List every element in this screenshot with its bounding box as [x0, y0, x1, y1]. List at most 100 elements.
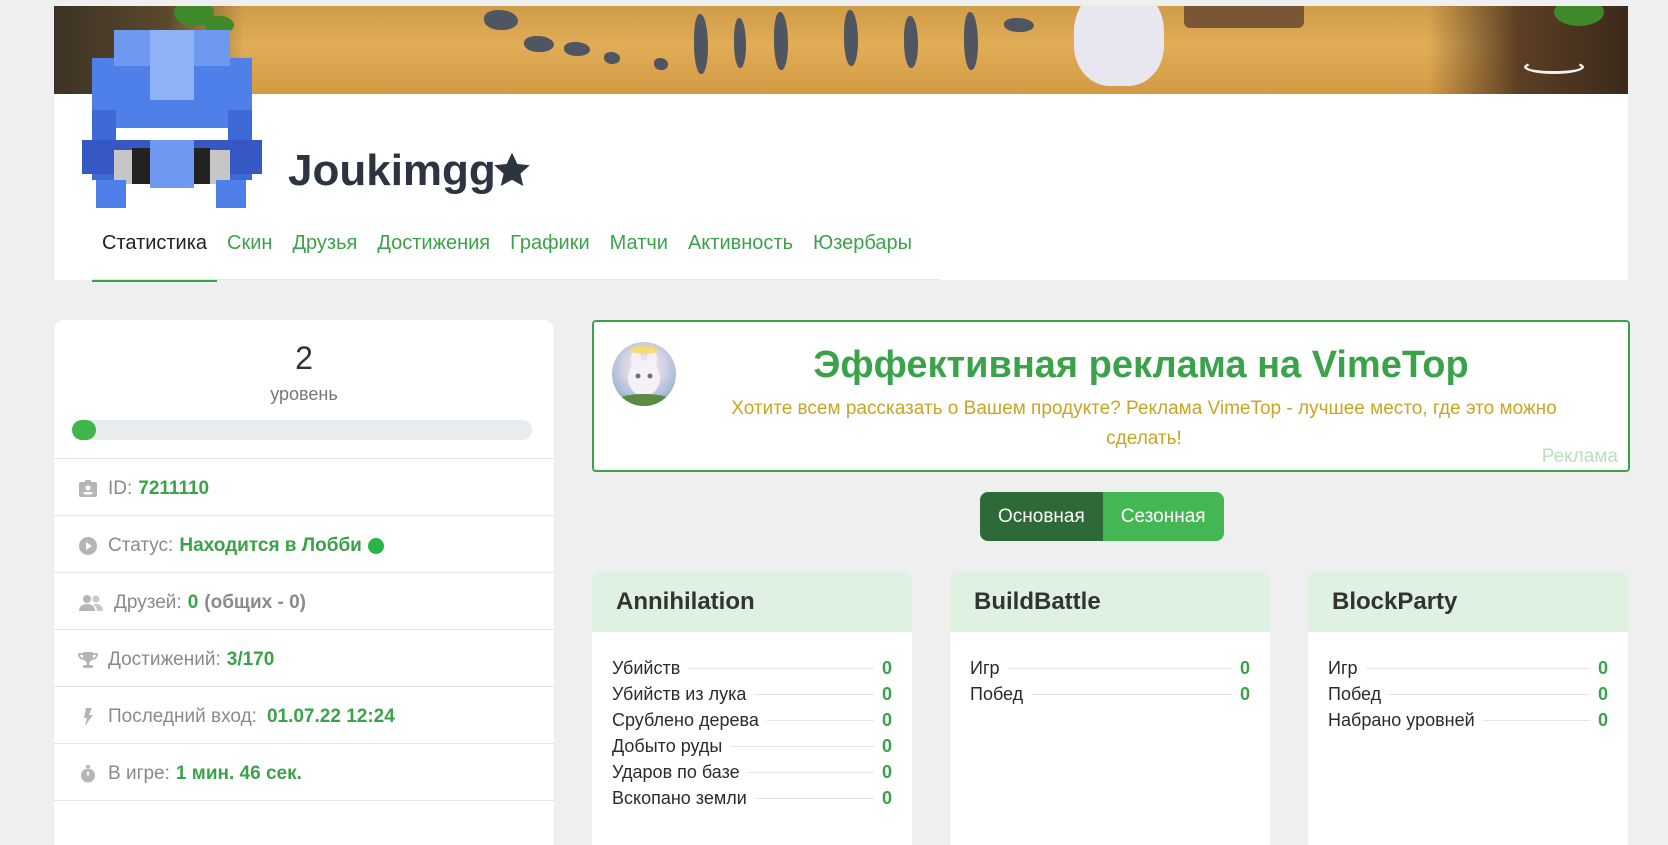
friends-label: Друзей:: [114, 592, 182, 613]
users-icon: [79, 595, 103, 611]
last-login-label: Последний вход:: [108, 706, 257, 727]
banner-rock: [524, 36, 554, 52]
game-stats: Убийств 0 Убийств из лука 0 Срублено дерев…: [592, 632, 912, 814]
game-title: BuildBattle: [950, 572, 1270, 632]
tabs-divider: [92, 279, 940, 280]
stat-value: 0: [1239, 684, 1250, 704]
online-status-icon: [367, 538, 384, 554]
info-row-last-login: Последний вход: 01.07.22 12:24: [54, 686, 554, 747]
profile-banner: [54, 6, 1628, 94]
stat-label: Побед: [970, 684, 1024, 704]
stat-value: 0: [881, 762, 892, 782]
friends-common: (общих - 0): [204, 592, 306, 613]
stat-value: 0: [881, 788, 892, 808]
stat-row: Убийств из лука 0: [612, 684, 892, 710]
star-icon[interactable]: [490, 148, 534, 192]
banner-bunny: [1074, 6, 1164, 86]
achievements-value: 3/170: [226, 649, 275, 670]
info-row-friends: Друзей: 0 (общих - 0): [54, 572, 554, 633]
last-login-value: 01.07.22 12:24: [266, 706, 395, 727]
ad-banner[interactable]: Эффективная реклама на VimeTop Хотите вс…: [592, 320, 1630, 472]
mode-primary-button[interactable]: Основная: [980, 492, 1103, 541]
stat-row: Игр 0: [970, 658, 1250, 684]
stat-row: Срублено дерева 0: [612, 710, 892, 736]
stat-row: Игр 0: [1328, 658, 1608, 684]
level-progress-bar: [72, 420, 532, 440]
level-number: 2: [295, 340, 313, 376]
tab-friends[interactable]: Друзья: [282, 222, 367, 282]
stat-value: 0: [881, 710, 892, 730]
stat-label: Игр: [1328, 658, 1358, 678]
stopwatch-icon: [81, 765, 95, 783]
stat-row: Набрано уровней 0: [1328, 710, 1608, 736]
stat-row: Убийств 0: [612, 658, 892, 684]
banner-rock: [844, 10, 858, 66]
banner-rock: [654, 58, 668, 70]
play-circle-icon: [79, 537, 97, 555]
ad-description: Хотите всем рассказать о Вашем продукте?…: [731, 398, 1557, 449]
banner-rock: [964, 12, 978, 70]
stat-value: 0: [881, 736, 892, 756]
game-card-annihilation: Annihilation Убийств 0 Убийств из лука 0 С…: [592, 572, 912, 845]
tab-userbars[interactable]: Юзербары: [803, 222, 922, 282]
tab-achievements[interactable]: Достижения: [367, 222, 500, 282]
stats-mode-toggle: Основная Сезонная: [980, 492, 1224, 541]
tab-statistics[interactable]: Статистика: [92, 222, 218, 282]
banner-crate: [1184, 6, 1304, 28]
stat-value: 0: [881, 684, 892, 704]
game-stats: Игр 0 Побед 0: [950, 632, 1270, 710]
banner-rock: [694, 14, 708, 74]
stat-value: 0: [1597, 684, 1608, 704]
stat-label: Вскопано земли: [612, 788, 747, 808]
ad-title: Эффективная реклама на VimeTop: [813, 344, 1469, 386]
stat-label: Ударов по базе: [612, 762, 740, 782]
lightning-icon: [84, 708, 93, 726]
tab-activity[interactable]: Активность: [678, 222, 803, 282]
stat-label: Срублено дерева: [612, 710, 759, 730]
banner-snake: [1524, 60, 1584, 74]
avatar: [82, 30, 262, 210]
game-title: Annihilation: [592, 572, 912, 632]
friends-value: 0: [187, 592, 199, 613]
banner-rock: [564, 42, 590, 56]
mode-seasonal-button[interactable]: Сезонная: [1102, 492, 1224, 541]
stat-label: Убийств из лука: [612, 684, 747, 704]
stat-row: Ударов по базе 0: [612, 762, 892, 788]
game-title: BlockParty: [1308, 572, 1628, 632]
level-label: уровень: [270, 384, 338, 404]
id-label: ID:: [108, 478, 133, 499]
banner-rock: [734, 18, 746, 68]
banner-rock: [1004, 18, 1034, 32]
stat-row: Побед 0: [970, 684, 1250, 710]
stat-value: 0: [881, 658, 892, 678]
playtime-value: 1 мин. 46 сек.: [175, 763, 302, 784]
ad-label: Реклама: [1541, 446, 1618, 467]
id-value: 7211110: [138, 478, 210, 499]
username: Joukimgg: [288, 146, 496, 195]
tab-matches[interactable]: Матчи: [600, 222, 678, 282]
profile-tabs: Статистика Скин Друзья Достижения График…: [92, 222, 922, 282]
banner-rock: [604, 52, 620, 64]
trophy-icon: [78, 652, 98, 668]
tab-charts[interactable]: Графики: [500, 222, 600, 282]
info-row-achievements: Достижений: 3/170: [54, 629, 554, 690]
info-row-status: Статус: Находится в Лобби: [54, 515, 554, 576]
banner-rock: [904, 16, 918, 68]
level-progress-fill: [72, 420, 96, 440]
stat-label: Убийств: [612, 658, 681, 678]
info-row-playtime: В игре: 1 мин. 46 сек.: [54, 743, 554, 804]
stat-row: Добыто руды 0: [612, 736, 892, 762]
tab-skin[interactable]: Скин: [217, 222, 282, 282]
stat-value: 0: [1597, 658, 1608, 678]
stat-value: 0: [1597, 710, 1608, 730]
stat-label: Набрано уровней: [1328, 710, 1475, 730]
info-row-id: ID: 7211110: [54, 458, 554, 519]
status-value: Находится в Лобби: [179, 535, 362, 556]
playtime-label: В игре:: [108, 763, 170, 784]
achievements-label: Достижений:: [108, 649, 221, 670]
stat-label: Игр: [970, 658, 1000, 678]
stat-value: 0: [1239, 658, 1250, 678]
status-label: Статус:: [108, 535, 174, 556]
banner-rock: [774, 12, 788, 70]
game-stats: Игр 0 Побед 0 Набрано уровней 0: [1308, 632, 1628, 736]
